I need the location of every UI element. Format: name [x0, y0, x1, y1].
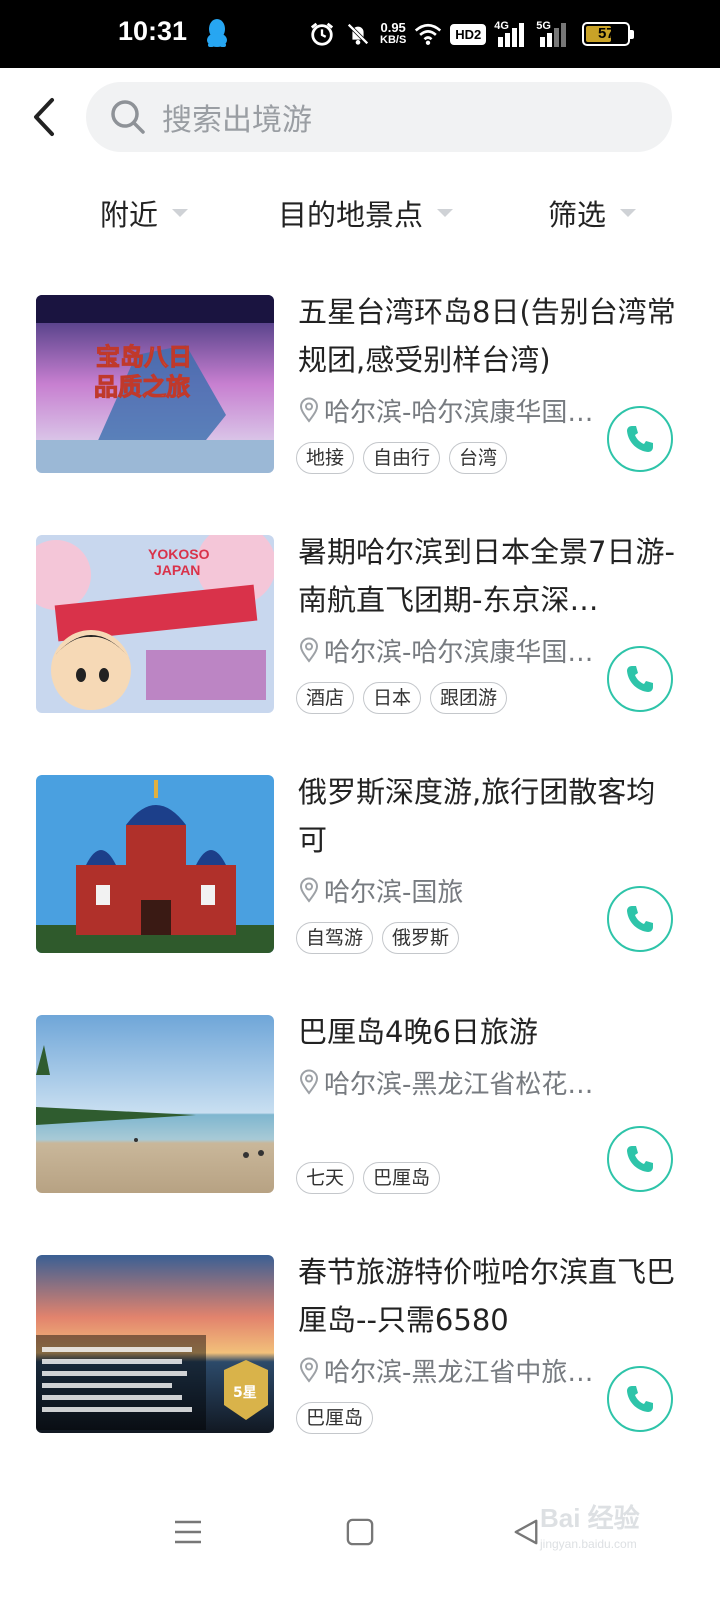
tour-location: 哈尔滨-哈尔滨康华国… [298, 630, 598, 670]
tag: 酒店 [296, 682, 355, 714]
list-item[interactable]: 俄罗斯深度游,旅行团散客均可 哈尔滨-国旅 自驾游 俄罗斯 [0, 760, 720, 1000]
thumb-text: JAPAN [154, 562, 200, 578]
call-button[interactable] [607, 646, 673, 712]
location-pin-icon [299, 1357, 319, 1383]
tour-thumbnail [36, 1015, 274, 1193]
tour-list: 宝岛八日 品质之旅 五星台湾环岛8日(告别台湾常规团,感受别样台湾) 哈尔滨-哈… [0, 280, 720, 1480]
location-pin-icon [299, 637, 319, 663]
thumb-text: YOKOSO [148, 546, 210, 562]
system-nav-bar: Bai 经验 jingyan.baidu.com [0, 1480, 720, 1600]
chevron-left-icon [34, 98, 54, 136]
home-icon [346, 1518, 374, 1546]
filter-label: 附近 [100, 198, 159, 232]
tour-location: 哈尔滨-哈尔滨康华国… [298, 390, 598, 430]
location-pin-icon [299, 1069, 319, 1095]
signal-icon: 4G [494, 20, 528, 48]
home-button[interactable] [330, 1502, 390, 1562]
call-button[interactable] [607, 1126, 673, 1192]
filter-destination[interactable]: 目的地景点 [278, 186, 454, 240]
qq-icon [206, 18, 228, 48]
mute-icon [344, 20, 372, 48]
filter-bar: 附近 目的地景点 筛选 [0, 186, 720, 240]
tour-thumbnail: YOKOSO JAPAN [36, 535, 274, 713]
tag: 日本 [363, 682, 422, 714]
tour-title: 春节旅游特价啦哈尔滨直飞巴厘岛--只需6580 [298, 1255, 676, 1337]
search-placeholder: 搜索出境游 [162, 103, 312, 138]
battery-icon: 57 [582, 22, 635, 46]
caret-down-icon [437, 209, 454, 217]
thumb-text: 品质之旅 [94, 373, 190, 401]
tour-thumbnail: 宝岛八日 品质之旅 [36, 295, 274, 473]
tag: 自由行 [363, 442, 441, 474]
tour-title: 巴厘岛4晚6日旅游 [298, 1015, 538, 1049]
watermark: Bai 经验 jingyan.baidu.com [540, 1503, 640, 1551]
tag: 七天 [296, 1162, 355, 1194]
menu-button[interactable] [158, 1502, 218, 1562]
list-item[interactable]: 宝岛八日 品质之旅 五星台湾环岛8日(告别台湾常规团,感受别样台湾) 哈尔滨-哈… [0, 280, 720, 520]
tag-list: 酒店 日本 跟团游 [296, 682, 508, 714]
tour-location: 哈尔滨-黑龙江省中旅… [298, 1350, 598, 1390]
phone-icon [627, 1386, 653, 1412]
caret-down-icon [172, 209, 189, 217]
signal-icon: 5G [536, 20, 570, 48]
tag: 巴厘岛 [363, 1162, 441, 1194]
location-pin-icon [299, 877, 319, 903]
tour-thumbnail [36, 775, 274, 953]
tour-location: 哈尔滨-黑龙江省松花… [298, 1062, 598, 1102]
status-bar: 10:31 0.95 KB/S HD2 4G 5G 57 [0, 0, 720, 68]
tag: 自驾游 [296, 922, 374, 954]
thumb-text: 5星 [233, 1385, 257, 1401]
tour-title: 俄罗斯深度游,旅行团散客均可 [298, 775, 656, 857]
tag: 巴厘岛 [296, 1402, 374, 1434]
caret-down-icon [620, 209, 637, 217]
search-icon [111, 100, 145, 134]
net-speed: 0.95 KB/S [380, 20, 407, 46]
tag: 台湾 [449, 442, 508, 474]
wifi-icon [414, 20, 442, 48]
location-pin-icon [299, 397, 319, 423]
tag: 跟团游 [430, 682, 508, 714]
phone-icon [627, 906, 653, 932]
list-item[interactable]: YOKOSO JAPAN 暑期哈尔滨到日本全景7日游-南航直飞团期-东京深… 哈… [0, 520, 720, 760]
tag: 俄罗斯 [382, 922, 460, 954]
phone-icon [627, 1146, 653, 1172]
tour-title: 五星台湾环岛8日(告别台湾常规团,感受别样台湾) [298, 295, 676, 377]
filter-label: 目的地景点 [278, 198, 424, 232]
tag-list: 巴厘岛 [296, 1402, 374, 1434]
tag-list: 自驾游 俄罗斯 [296, 922, 460, 954]
call-button[interactable] [607, 406, 673, 472]
hd-badge: HD2 [450, 23, 487, 45]
call-button[interactable] [607, 1366, 673, 1432]
tour-thumbnail: 5星 [36, 1255, 274, 1433]
tag: 地接 [296, 442, 355, 474]
phone-icon [627, 666, 653, 692]
tag-list: 地接 自由行 台湾 [296, 442, 508, 474]
status-time: 10:31 [118, 16, 188, 46]
filter-nearby[interactable]: 附近 [100, 186, 189, 240]
filter-label: 筛选 [548, 198, 607, 232]
tour-location: 哈尔滨-国旅 [298, 870, 598, 910]
tag-list: 七天 巴厘岛 [296, 1162, 441, 1194]
filter-screen[interactable]: 筛选 [548, 186, 637, 240]
back-icon [514, 1519, 538, 1545]
alarm-icon [308, 20, 336, 48]
tour-title: 暑期哈尔滨到日本全景7日游-南航直飞团期-东京深… [298, 535, 675, 617]
thumb-text: 宝岛八日 [96, 343, 192, 371]
list-item[interactable]: 巴厘岛4晚6日旅游 哈尔滨-黑龙江省松花… 七天 巴厘岛 [0, 1000, 720, 1240]
list-item[interactable]: 5星 春节旅游特价啦哈尔滨直飞巴厘岛--只需6580 哈尔滨-黑龙江省中旅… 巴… [0, 1240, 720, 1480]
menu-icon [175, 1520, 201, 1544]
back-button[interactable] [22, 92, 66, 142]
call-button[interactable] [607, 886, 673, 952]
phone-icon [627, 426, 653, 452]
search-input[interactable]: 搜索出境游 [86, 82, 672, 152]
